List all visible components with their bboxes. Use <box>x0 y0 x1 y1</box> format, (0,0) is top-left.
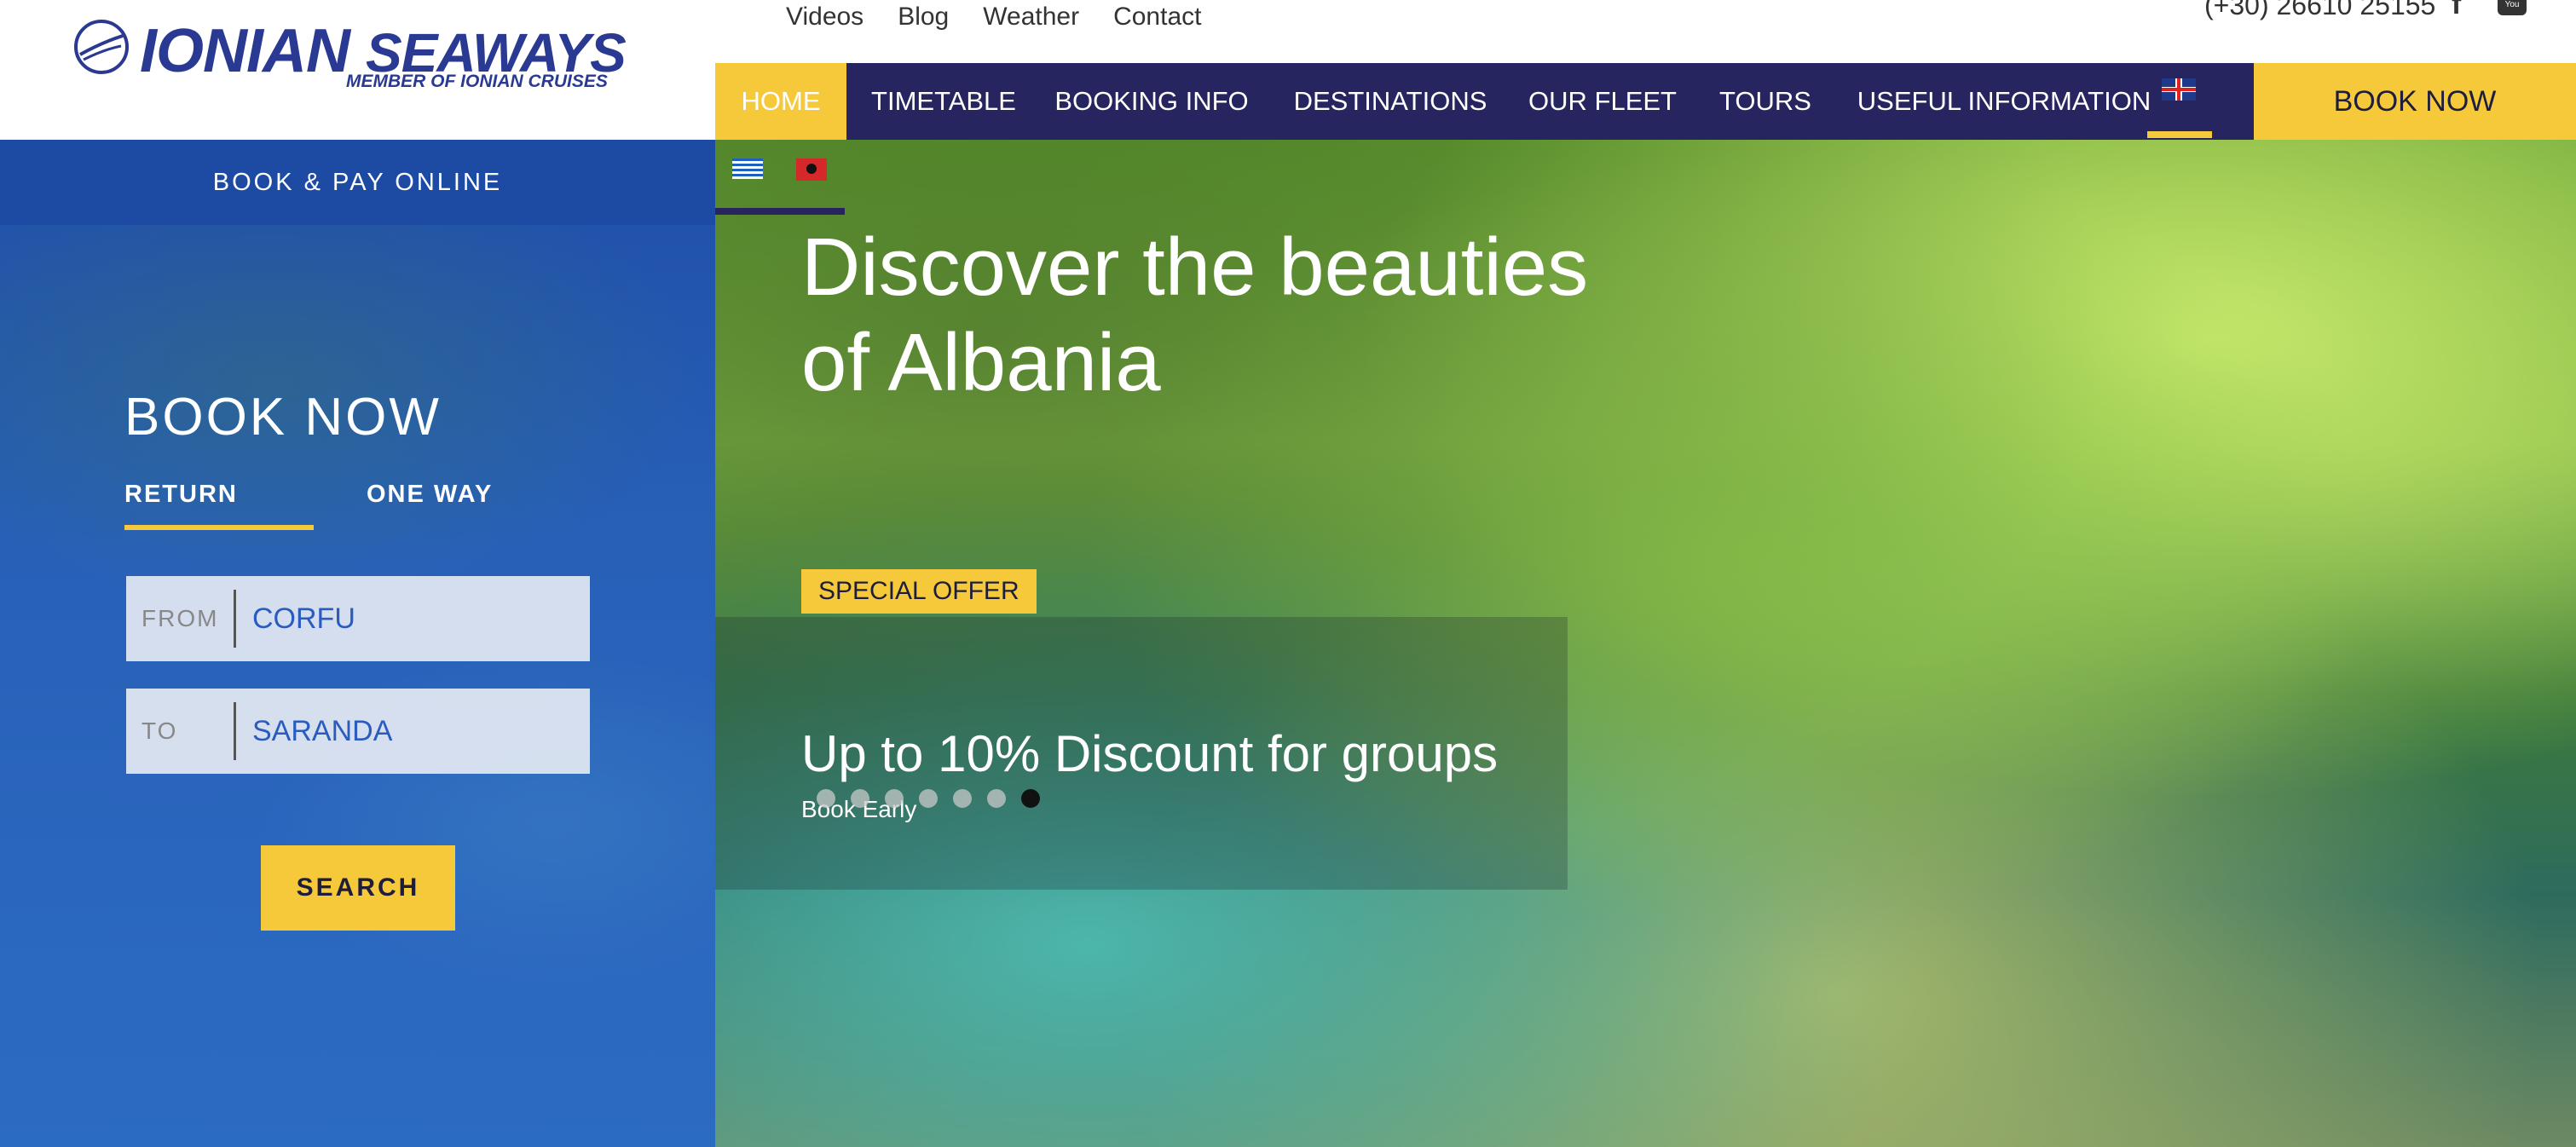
slider-dot[interactable] <box>987 789 1006 808</box>
albanian-flag-icon[interactable] <box>796 159 827 181</box>
phone-number: (+30) 26610 25155 <box>2204 0 2436 20</box>
special-offer-badge: SPECIAL OFFER <box>801 569 1037 614</box>
to-field[interactable]: TO SARANDA <box>126 689 590 774</box>
slider-dot-active[interactable] <box>1021 789 1040 808</box>
nav-item-useful-information[interactable]: USEFUL INFORMATION <box>1844 63 2164 140</box>
language-selector-underline <box>715 208 845 215</box>
from-field[interactable]: FROM CORFU <box>126 576 590 661</box>
nav-item-home[interactable]: HOME <box>715 63 846 140</box>
nav-item-destinations[interactable]: DESTINATIONS <box>1286 63 1494 140</box>
site-logo[interactable]: IONIAN SEAWAYS MEMBER OF IONIAN CRUISES <box>72 15 627 101</box>
top-links: Videos Blog Weather Contact <box>786 0 1235 34</box>
uk-flag-icon[interactable] <box>2162 78 2196 101</box>
facebook-icon[interactable]: f <box>2452 0 2461 21</box>
slider-dots <box>817 789 1040 808</box>
slider-dot[interactable] <box>953 789 972 808</box>
field-divider <box>234 702 236 760</box>
youtube-icon[interactable]: You <box>2498 0 2527 15</box>
nav-item-timetable[interactable]: TIMETABLE <box>858 63 1029 140</box>
hero-title: Discover the beauties of Albania <box>801 222 1589 408</box>
nav-item-our-fleet[interactable]: OUR FLEET <box>1516 63 1689 140</box>
language-active-underline <box>2147 131 2212 138</box>
main-nav: HOME TIMETABLE BOOKING INFO DESTINATIONS… <box>715 63 2254 140</box>
top-link-contact[interactable]: Contact <box>1113 0 1201 34</box>
slider-dot[interactable] <box>885 789 904 808</box>
hero-headline: Up to 10% Discount for groups <box>801 725 1499 782</box>
booking-panel: BOOK & PAY ONLINE BOOK NOW RETURN ONE WA… <box>0 140 715 1147</box>
top-link-blog[interactable]: Blog <box>898 0 949 34</box>
tab-return[interactable]: RETURN <box>124 481 238 509</box>
top-link-weather[interactable]: Weather <box>983 0 1079 34</box>
brand-subtitle: MEMBER OF IONIAN CRUISES <box>346 72 608 91</box>
to-label: TO <box>142 718 178 744</box>
slider-dot[interactable] <box>817 789 835 808</box>
field-divider <box>234 590 236 648</box>
booking-title: BOOK NOW <box>124 388 442 447</box>
search-button[interactable]: SEARCH <box>261 845 455 931</box>
tab-one-way[interactable]: ONE WAY <box>367 481 493 509</box>
greek-flag-icon[interactable] <box>732 159 763 179</box>
tab-active-underline <box>124 525 314 530</box>
slider-dot[interactable] <box>919 789 938 808</box>
to-value[interactable]: SARANDA <box>252 689 392 774</box>
nav-item-booking-info[interactable]: BOOKING INFO <box>1046 63 1257 140</box>
top-link-videos[interactable]: Videos <box>786 0 863 34</box>
nav-item-tours[interactable]: TOURS <box>1706 63 1825 140</box>
from-label: FROM <box>142 605 219 631</box>
book-pay-online-bar[interactable]: BOOK & PAY ONLINE <box>0 140 715 225</box>
slider-dot[interactable] <box>851 789 869 808</box>
brand-name-main: IONIAN <box>140 17 350 85</box>
book-now-button[interactable]: BOOK NOW <box>2254 63 2576 140</box>
from-value[interactable]: CORFU <box>252 576 355 661</box>
ship-logo-icon <box>74 20 129 74</box>
